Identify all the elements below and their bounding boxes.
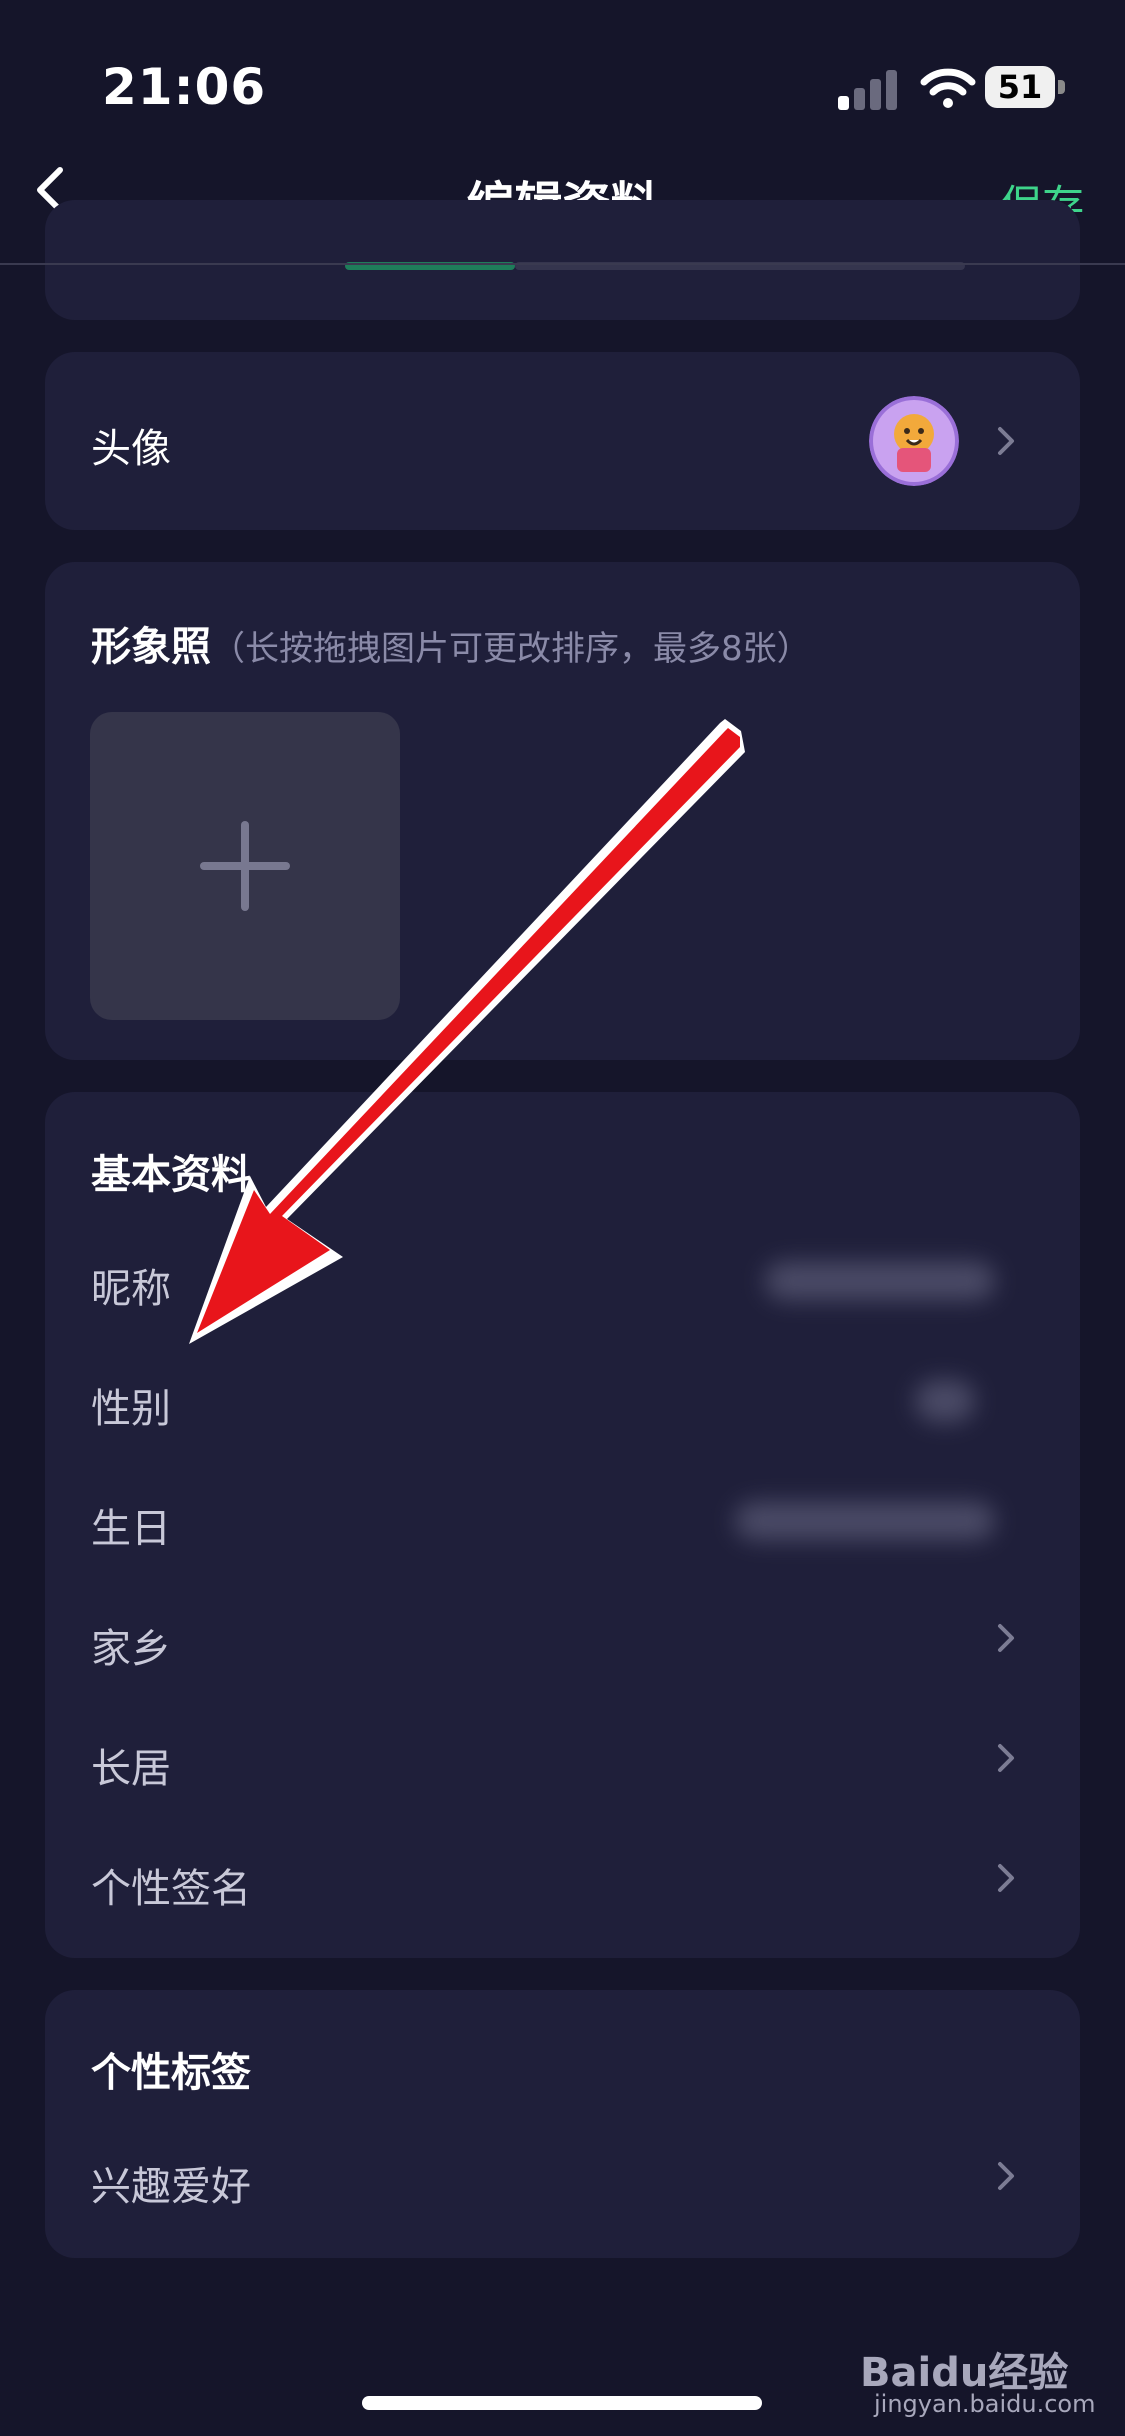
home-indicator[interactable] (362, 2396, 762, 2410)
baidu-jingyan-watermark: Baidu经验 jingyan.baidu.com (860, 2330, 1095, 2425)
watermark-url: jingyan.baidu.com (874, 2390, 1096, 2418)
annotation-arrow-icon (189, 719, 745, 1344)
